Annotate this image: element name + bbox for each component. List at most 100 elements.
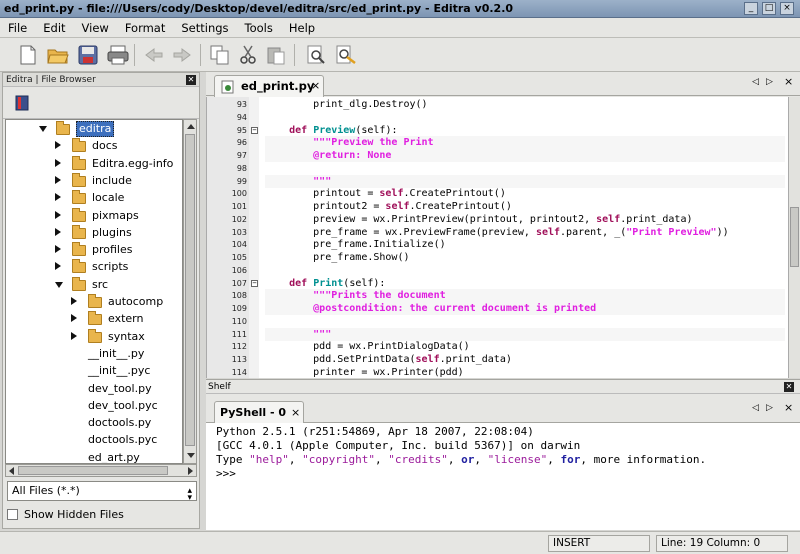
expanded-arrow-icon[interactable] (55, 281, 63, 288)
code-line[interactable]: 112 pdd = wx.PrintDialogData() (207, 340, 788, 353)
open-file-button[interactable] (46, 43, 70, 67)
collapsed-arrow-icon[interactable] (55, 210, 61, 219)
shelf-scroll-right-icon[interactable]: ▷ (766, 403, 773, 413)
code-editor[interactable]: 93 print_dlg.Destroy() 94 95− def Preview(… (206, 97, 788, 378)
collapsed-arrow-icon[interactable] (55, 175, 61, 184)
collapsed-arrow-icon[interactable] (55, 227, 61, 236)
copy-button[interactable] (208, 43, 232, 67)
file-tree-scroll-thumb[interactable] (185, 134, 195, 446)
code-line[interactable]: 110 (207, 315, 788, 328)
code-line[interactable]: 97 @return: None (207, 149, 788, 162)
new-file-button[interactable] (16, 43, 40, 67)
shelf-scroll-left-icon[interactable]: ◁ (752, 403, 759, 413)
tree-folder[interactable]: scripts (6, 258, 182, 275)
code-line[interactable]: 94 (207, 111, 788, 124)
collapsed-arrow-icon[interactable] (71, 297, 77, 305)
shelf-tab-close-icon[interactable]: × (784, 401, 793, 414)
code-line[interactable]: 93 print_dlg.Destroy() (207, 98, 788, 111)
tree-file[interactable]: dev_tool.py (6, 380, 182, 397)
find-replace-button[interactable] (334, 43, 358, 67)
collapsed-arrow-icon[interactable] (55, 262, 61, 271)
checkbox-box[interactable] (7, 509, 18, 520)
tab-close-icon[interactable]: × (311, 79, 320, 92)
code-line[interactable]: 98 (207, 162, 788, 175)
file-tree-vertical-scrollbar[interactable] (183, 119, 197, 464)
tree-folder[interactable]: extern (6, 310, 182, 327)
code-line[interactable]: 101 printout2 = self.CreatePrintout() (207, 200, 788, 213)
editor-close-icon[interactable]: × (784, 75, 793, 88)
tree-folder[interactable]: docs (6, 137, 182, 154)
bookmark-button[interactable] (15, 95, 29, 111)
code-line[interactable]: 104 pre_frame.Initialize() (207, 238, 788, 251)
file-tree[interactable]: editra docs Editra.egg-info include locale pi… (5, 119, 183, 464)
close-shelf-button[interactable]: ✕ (784, 382, 794, 392)
code-line[interactable]: 108 """Prints the document (207, 289, 788, 303)
file-filter-select[interactable]: All Files (*.*) ▴ ▾ (7, 481, 197, 503)
editor-vertical-scrollbar[interactable] (788, 97, 800, 378)
tab-close-icon[interactable]: × (291, 402, 300, 424)
tree-file[interactable]: __init__.pyc (6, 362, 182, 379)
menu-help[interactable]: Help (281, 18, 323, 38)
save-button[interactable] (76, 43, 100, 67)
maximize-button[interactable]: □ (762, 2, 776, 15)
expanded-arrow-icon[interactable] (39, 126, 47, 132)
tree-folder[interactable]: editra (6, 120, 182, 137)
menu-edit[interactable]: Edit (35, 18, 73, 38)
code-line[interactable]: 95− def Preview(self): (207, 124, 788, 137)
tree-folder[interactable]: profiles (6, 241, 182, 258)
tree-file[interactable]: dev_tool.pyc (6, 397, 182, 414)
file-tree-hscroll-thumb[interactable] (18, 466, 168, 475)
file-tree-horizontal-scrollbar[interactable] (5, 464, 197, 477)
menu-tools[interactable]: Tools (237, 18, 281, 38)
code-line[interactable]: 113 pdd.SetPrintData(self.print_data) (207, 353, 788, 366)
collapsed-arrow-icon[interactable] (71, 331, 77, 340)
code-line[interactable]: 100 printout = self.CreatePrintout() (207, 187, 788, 200)
undo-button[interactable] (142, 43, 166, 67)
menu-settings[interactable]: Settings (173, 18, 236, 38)
print-button[interactable] (106, 43, 130, 67)
python-shell[interactable]: Python 2.5.1 (r251:54869, Apr 18 2007, 2… (206, 423, 800, 530)
collapsed-arrow-icon[interactable] (71, 314, 77, 323)
code-line[interactable]: 111 """ (207, 327, 788, 341)
code-line[interactable]: 107− def Print(self): (207, 277, 788, 290)
fold-toggle-icon[interactable]: − (251, 279, 258, 287)
tree-file[interactable]: __init__.py (6, 345, 182, 362)
tree-folder[interactable]: pixmaps (6, 207, 182, 224)
collapsed-arrow-icon[interactable] (55, 193, 61, 202)
code-line[interactable]: 102 preview = wx.PrintPreview(printout, … (207, 213, 788, 226)
code-line[interactable]: 114 printer = wx.Printer(pdd) (207, 366, 788, 378)
cut-button[interactable] (236, 43, 260, 67)
fold-toggle-icon[interactable]: − (251, 126, 258, 134)
code-line[interactable]: 96 """Preview the Print (207, 136, 788, 150)
collapsed-arrow-icon[interactable] (55, 158, 61, 167)
tree-folder[interactable]: plugins (6, 224, 182, 241)
tab-scroll-right-icon[interactable]: ▷ (766, 77, 773, 87)
close-window-button[interactable]: × (780, 2, 794, 15)
minimize-button[interactable]: _ (744, 2, 758, 15)
code-line[interactable]: 105 pre_frame.Show() (207, 251, 788, 264)
collapsed-arrow-icon[interactable] (55, 141, 61, 150)
tab-ed-print[interactable]: ed_print.py × (214, 75, 324, 97)
menu-format[interactable]: Format (117, 18, 174, 38)
menu-view[interactable]: View (74, 18, 117, 38)
tree-file[interactable]: ed_art.py (6, 449, 182, 463)
code-line[interactable]: 106 (207, 264, 788, 277)
close-file-browser-button[interactable]: ✕ (186, 75, 196, 85)
menu-file[interactable]: File (0, 18, 35, 38)
tree-folder[interactable]: include (6, 172, 182, 189)
tree-folder[interactable]: locale (6, 189, 182, 206)
tree-folder[interactable]: Editra.egg-info (6, 155, 182, 172)
paste-button[interactable] (264, 43, 288, 67)
redo-button[interactable] (170, 43, 194, 67)
tree-file[interactable]: doctools.py (6, 414, 182, 431)
editor-scroll-thumb[interactable] (790, 207, 799, 267)
collapsed-arrow-icon[interactable] (55, 245, 61, 254)
find-button[interactable] (304, 43, 328, 67)
tree-folder[interactable]: syntax (6, 328, 182, 345)
tab-scroll-left-icon[interactable]: ◁ (752, 77, 759, 87)
tab-pyshell[interactable]: PyShell - 0 × (214, 401, 304, 423)
code-line[interactable]: 103 pre_frame = wx.PreviewFrame(preview,… (207, 226, 788, 239)
code-line[interactable]: 99 """ (207, 174, 788, 188)
tree-file[interactable]: doctools.pyc (6, 431, 182, 448)
show-hidden-files-checkbox[interactable]: Show Hidden Files (7, 507, 124, 523)
